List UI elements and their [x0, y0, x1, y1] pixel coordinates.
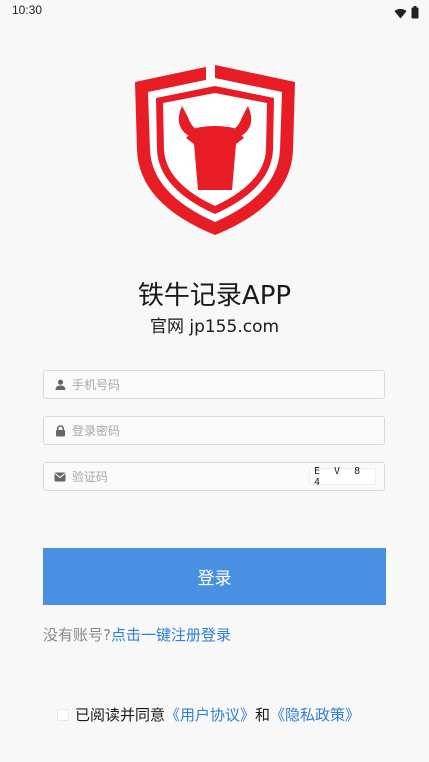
agreement-line: 已阅读并同意 《用户协议》和《隐私政策》	[57, 704, 360, 725]
status-bar: 10:30	[0, 0, 429, 22]
agree-checkbox[interactable]	[57, 708, 69, 721]
wifi-icon	[394, 4, 407, 23]
phone-input[interactable]	[72, 371, 384, 398]
user-icon	[53, 378, 67, 392]
status-icons	[394, 4, 419, 23]
password-field[interactable]	[43, 416, 385, 445]
register-prompt: 没有账号?	[43, 626, 111, 644]
battery-icon	[411, 4, 419, 23]
login-button[interactable]: 登录	[43, 548, 386, 605]
app-subtitle: 官网 jp155.com	[149, 317, 280, 337]
agreement-conjunction: 和	[255, 706, 271, 724]
password-input[interactable]	[72, 417, 384, 444]
register-line: 没有账号?点击一键注册登录	[43, 624, 231, 645]
agreement-prefix: 已阅读并同意	[75, 706, 166, 724]
privacy-policy-link[interactable]: 《隐私政策》	[270, 704, 360, 725]
lock-icon	[53, 424, 67, 438]
status-time: 10:30	[12, 3, 43, 17]
verification-code-field[interactable]: E V 8 4	[43, 462, 385, 491]
app-title: 铁牛记录APP	[137, 281, 292, 311]
captcha-image[interactable]: E V 8 4	[309, 466, 376, 488]
app-logo	[132, 62, 298, 238]
bull-shield-logo-icon	[135, 65, 295, 235]
register-link[interactable]: 点击一键注册登录	[111, 626, 231, 644]
user-agreement-link[interactable]: 《用户协议》	[165, 704, 255, 725]
mail-icon	[53, 470, 67, 484]
phone-field[interactable]	[43, 370, 385, 399]
